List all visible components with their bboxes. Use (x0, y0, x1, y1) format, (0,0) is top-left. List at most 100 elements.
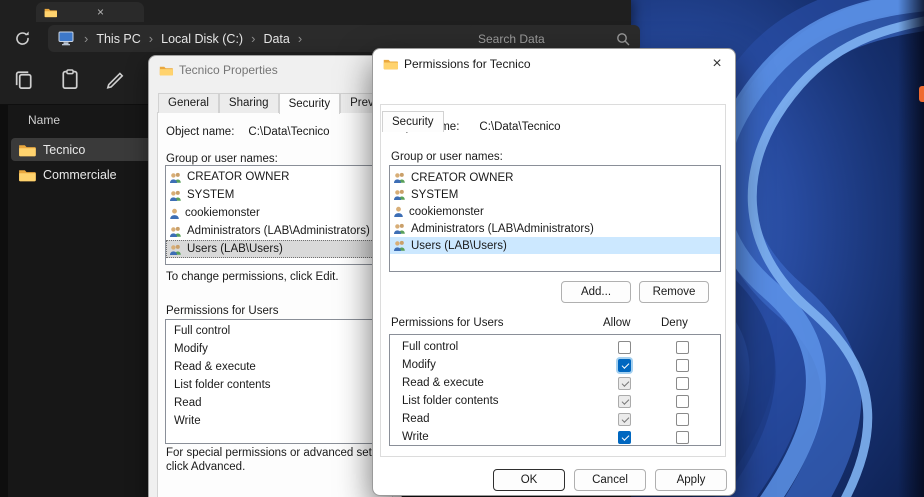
permission-row-full-control: Full control (390, 339, 720, 357)
permission-row-write[interactable]: Write (166, 413, 390, 431)
explorer-tab[interactable]: × (36, 2, 144, 22)
user-name: SYSTEM (411, 189, 458, 201)
user-name: cookiemonster (185, 207, 260, 219)
security-tab-page: Object name: C:\Data\Tecnico Group or us… (157, 112, 393, 497)
group-icon (393, 223, 406, 234)
advanced-hint-line1: For special permissions or advanced sett… (166, 447, 399, 459)
group-or-user-names-label: Group or user names: (391, 151, 503, 163)
apply-button[interactable]: Apply (655, 469, 727, 491)
list-item-users-selected[interactable]: Users (LAB\Users) (390, 237, 720, 254)
list-item-administrators[interactable]: Administrators (LAB\Administrators) (390, 220, 720, 237)
user-icon (393, 206, 404, 217)
deny-checkbox-read[interactable] (676, 413, 689, 426)
permissions-dialog: Permissions for Tecnico × Security Objec… (372, 48, 736, 496)
permissions-checkbox-list: Full control Modify Read & execute List … (389, 334, 721, 446)
folder-icon (159, 65, 173, 76)
desktop-icon-sliver (919, 86, 924, 102)
breadcrumb-chevron-icon: › (141, 31, 161, 46)
group-icon (169, 244, 182, 255)
tab-close-icon[interactable]: × (97, 6, 104, 18)
user-name: SYSTEM (187, 189, 234, 201)
tab-general[interactable]: General (158, 93, 219, 113)
group-icon (393, 189, 406, 200)
permission-row-list-folder-contents[interactable]: List folder contents (166, 377, 390, 395)
allow-checkbox-list-folder-contents[interactable] (618, 395, 631, 408)
list-item-cookiemonster[interactable]: cookiemonster (390, 203, 720, 220)
deny-checkbox-read-execute[interactable] (676, 377, 689, 390)
permission-label: Modify (402, 359, 436, 371)
object-name-label: Object name: (166, 126, 234, 138)
group-icon (169, 190, 182, 201)
permission-label: Read & execute (402, 377, 484, 389)
permission-row-read-execute[interactable]: Read & execute (166, 359, 390, 377)
list-item-creator-owner[interactable]: CREATOR OWNER (166, 168, 390, 186)
tab-security[interactable]: Security (279, 93, 341, 114)
folder-icon (18, 143, 36, 157)
list-item-users-selected[interactable]: Users (LAB\Users) (166, 240, 390, 258)
explorer-tab-bar: × (0, 0, 631, 22)
breadcrumb-chevron-icon: › (243, 31, 263, 46)
deny-checkbox-full-control[interactable] (676, 341, 689, 354)
ok-button[interactable]: OK (493, 469, 565, 491)
remove-button[interactable]: Remove (639, 281, 709, 303)
file-list-pane: Name Tecnico Commerciale (8, 105, 148, 497)
list-item-system[interactable]: SYSTEM (390, 186, 720, 203)
allow-checkbox-write[interactable] (618, 431, 631, 444)
deny-column-header: Deny (661, 317, 688, 329)
cancel-button[interactable]: Cancel (574, 469, 646, 491)
permission-row-full-control[interactable]: Full control (166, 323, 390, 341)
group-user-list: CREATOR OWNER SYSTEM cookiemonster Admin… (389, 165, 721, 272)
paste-icon[interactable] (59, 68, 81, 90)
breadcrumb-data[interactable]: Data (263, 32, 289, 46)
breadcrumb-this-pc[interactable]: This PC (96, 32, 140, 46)
list-item-administrators[interactable]: Administrators (LAB\Administrators) (166, 222, 390, 240)
tab-sharing[interactable]: Sharing (219, 93, 279, 113)
permission-label: Write (402, 431, 429, 443)
deny-checkbox-modify[interactable] (676, 359, 689, 372)
close-icon[interactable]: × (699, 50, 735, 79)
list-item-cookiemonster[interactable]: cookiemonster (166, 204, 390, 222)
list-item-creator-owner[interactable]: CREATOR OWNER (390, 169, 720, 186)
breadcrumb-chevron-icon: › (290, 31, 310, 46)
add-button[interactable]: Add... (561, 281, 631, 303)
group-user-list: CREATOR OWNER SYSTEM cookiemonster Admin… (165, 165, 391, 265)
user-name: cookiemonster (409, 206, 484, 218)
permission-row-read[interactable]: Read (166, 395, 390, 413)
allow-checkbox-read[interactable] (618, 413, 631, 426)
deny-checkbox-write[interactable] (676, 431, 689, 444)
desktop: × › This PC › Local Disk (C:) › Data › S… (0, 0, 924, 497)
dialog-title: Permissions for Tecnico (404, 57, 531, 71)
permissions-dialog-titlebar[interactable]: Permissions for Tecnico × (373, 49, 735, 79)
file-row-commerciale[interactable]: Commerciale (11, 163, 168, 186)
rename-icon[interactable] (105, 68, 127, 90)
permission-label: Read (402, 413, 430, 425)
search-icon[interactable] (616, 32, 630, 46)
advanced-hint-line2: click Advanced. (166, 461, 245, 473)
breadcrumb-local-disk-c[interactable]: Local Disk (C:) (161, 32, 243, 46)
group-icon (393, 240, 406, 251)
permission-row-modify: Modify (390, 357, 720, 375)
allow-checkbox-full-control[interactable] (618, 341, 631, 354)
allow-checkbox-read-execute[interactable] (618, 377, 631, 390)
permission-row-read: Read (390, 411, 720, 429)
permissions-for-users-label: Permissions for Users (391, 317, 503, 329)
permission-row-read-execute: Read & execute (390, 375, 720, 393)
refresh-icon[interactable] (14, 30, 31, 47)
deny-checkbox-list-folder-contents[interactable] (676, 395, 689, 408)
allow-checkbox-modify[interactable] (618, 359, 631, 372)
list-item-system[interactable]: SYSTEM (166, 186, 390, 204)
group-icon (169, 226, 182, 237)
tab-security[interactable]: Security (382, 111, 444, 132)
folder-icon (18, 168, 36, 182)
column-header-name[interactable]: Name (28, 113, 60, 127)
folder-icon (383, 58, 398, 70)
copy-icon[interactable] (13, 68, 35, 90)
permissions-for-users-label: Permissions for Users (166, 305, 278, 317)
user-name: CREATOR OWNER (411, 172, 513, 184)
dialog-title: Tecnico Properties (179, 63, 278, 77)
search-placeholder: Search Data (478, 32, 545, 46)
properties-dialog-titlebar[interactable]: Tecnico Properties (149, 56, 401, 84)
permission-row-modify[interactable]: Modify (166, 341, 390, 359)
permission-label: List folder contents (402, 395, 499, 407)
file-row-tecnico[interactable]: Tecnico (11, 138, 168, 161)
